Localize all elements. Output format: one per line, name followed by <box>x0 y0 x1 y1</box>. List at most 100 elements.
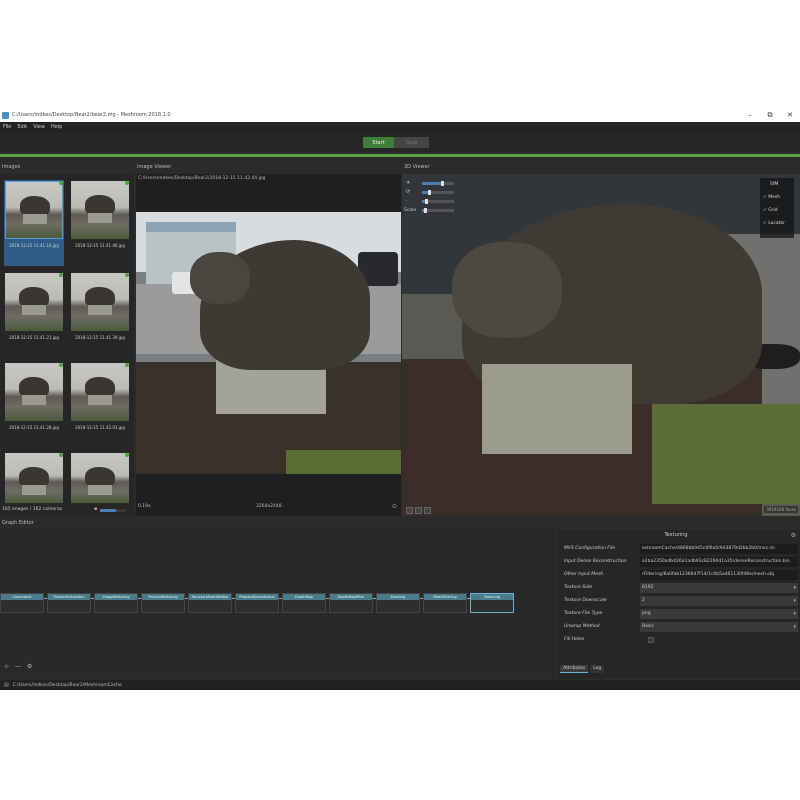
texture-downscale-select[interactable]: 2 <box>640 596 798 606</box>
fit-view-icon[interactable]: ⊹ <box>4 663 9 670</box>
camera-mode-icon[interactable] <box>406 507 413 514</box>
close-button[interactable]: ✕ <box>780 108 800 122</box>
thumbnail-image <box>5 363 63 421</box>
thumbnail-caption: 2018-12-15 11.41.16.jpg <box>9 243 59 248</box>
attr-row: Input Dense Reconstruction a2ba2350a4b42… <box>562 557 798 568</box>
gear-icon[interactable]: ⚙ <box>791 532 796 539</box>
collapse-icon[interactable]: — <box>15 663 21 670</box>
attr-label: Other Input Mesh <box>564 572 604 577</box>
point-size-control: · <box>404 198 460 205</box>
menu-bar: File Edit View Help <box>0 122 800 132</box>
image-thumbnail[interactable]: 2018-12-15 11.41.21.jpg <box>4 272 64 358</box>
scale-slider[interactable] <box>422 208 454 213</box>
start-button[interactable]: Start <box>363 137 394 148</box>
attr-row: Texture Downscale 2 <box>562 596 798 607</box>
status-bar: ▤ C:/Users/mdkes/Desktop/Bear2/MeshroomC… <box>0 680 800 690</box>
image-thumbnail[interactable]: 2018-12-15 11.41.16.jpg <box>4 180 64 266</box>
viewer-image[interactable] <box>136 212 401 474</box>
menu-file[interactable]: File <box>3 124 11 130</box>
graph-editor[interactable]: CameraInit FeatureExtraction ImageMatchi… <box>0 528 556 678</box>
attr-value-field[interactable]: rFiltering/8a0fab12366d7f14/1c0b5a461130… <box>640 570 798 580</box>
thumbnail-caption: 2018-12-15 11.42.03.jpg <box>75 425 125 430</box>
zoom-level: 0.19x <box>138 504 151 509</box>
thumbnail-caption: 2018-12-15 11.41.28.jpg <box>9 425 59 430</box>
window-controls: – ⧉ ✕ <box>740 108 800 122</box>
attr-label: Texture File Type <box>564 611 603 616</box>
node-depth-map[interactable]: DepthMap <box>282 593 326 613</box>
attr-value-field[interactable]: eshroomCache/4868bb945c6f6a0/9d3879d2bb2… <box>640 544 798 554</box>
camera-ok-icon <box>125 453 129 457</box>
images-panel: 2018-12-15 11.41.16.jpg 2018-12-15 11.41… <box>0 174 134 516</box>
stop-button[interactable]: Stop <box>394 137 429 148</box>
node-title: StructureFromMotion <box>189 594 231 600</box>
attr-row: Texture File Type png <box>562 609 798 620</box>
node-depth-map-filter[interactable]: DepthMapFilter <box>329 593 373 613</box>
minimize-button[interactable]: – <box>740 108 760 122</box>
image-thumbnail[interactable]: 2018-12-15 11.42.03.jpg <box>70 362 130 448</box>
node-title: ImageMatching <box>95 594 137 600</box>
attr-label: Fill Holes <box>564 637 585 642</box>
camera-ok-icon <box>125 273 129 277</box>
wireframe-icon[interactable] <box>415 507 422 514</box>
attr-row: Fill Holes <box>562 635 798 646</box>
texture-side-select[interactable]: 8192 <box>640 583 798 593</box>
image-thumbnail[interactable] <box>4 452 64 504</box>
camera-ok-icon <box>125 181 129 185</box>
node-prepare-dense-scene[interactable]: PrepareDenseScene <box>235 593 279 613</box>
image-thumbnail[interactable]: 2018-12-15 11.41.28.jpg <box>4 362 64 448</box>
layer-locator[interactable]: ✓ Locator <box>763 221 785 226</box>
rotation-slider[interactable] <box>422 190 454 195</box>
image-thumbnail[interactable] <box>70 452 130 504</box>
graph-editor-title: Graph Editor <box>2 520 34 526</box>
node-feature-extraction[interactable]: FeatureExtraction <box>47 593 91 613</box>
image-thumbnail[interactable]: 2018-12-15 11.41.46.jpg <box>70 180 130 266</box>
node-camera-init[interactable]: CameraInit <box>0 593 44 613</box>
menu-edit[interactable]: Edit <box>17 124 27 130</box>
viewer-3d[interactable]: ☀ ⟳ · Scale SfM ✓ Mesh ✓ Grid ✓ Locator <box>402 174 800 516</box>
attr-row: Texture Side 8192 <box>562 583 798 594</box>
node-feature-matching[interactable]: FeatureMatching <box>141 593 185 613</box>
tab-log[interactable]: Log <box>590 665 605 673</box>
brightness-icon: ☀ <box>406 180 411 186</box>
fill-holes-checkbox[interactable] <box>648 637 654 643</box>
node-image-matching[interactable]: ImageMatching <box>94 593 138 613</box>
node-texturing[interactable]: Texturing <box>470 593 514 613</box>
mesh-stats: 3919168 faces <box>764 506 798 513</box>
brightness-slider[interactable] <box>422 181 454 186</box>
layer-mesh[interactable]: ✓ Mesh <box>763 195 780 200</box>
attr-value-field[interactable]: a2ba2350a4b426a1adb93c82290d1a35/denseRe… <box>640 557 798 567</box>
rotation-control: ⟳ <box>404 189 460 196</box>
node-structure-from-motion[interactable]: StructureFromMotion <box>188 593 232 613</box>
metadata-icon[interactable]: ⊙ <box>392 503 397 510</box>
menu-view[interactable]: View <box>33 124 45 130</box>
textured-icon[interactable] <box>424 507 431 514</box>
node-title: FeatureExtraction <box>48 594 90 600</box>
attribute-editor: Texturing ⚙ MVS Configuration File eshro… <box>558 530 800 678</box>
unwrap-method-select[interactable]: Basic <box>640 622 798 632</box>
settings-icon[interactable]: ⚙ <box>27 663 32 670</box>
node-title: DepthMapFilter <box>330 594 372 600</box>
camera-ok-icon <box>59 181 63 185</box>
meshroom-window: C:/Users/mdkes/Desktop/Bear2/bear2.mg - … <box>0 108 800 690</box>
point-size-slider[interactable] <box>422 199 454 204</box>
thumbnail-image <box>71 453 129 503</box>
run-toolbar: Start Stop <box>0 132 800 152</box>
node-meshing[interactable]: Meshing <box>376 593 420 613</box>
maximize-button[interactable]: ⧉ <box>760 108 780 122</box>
title-bar: C:/Users/mdkes/Desktop/Bear2/bear2.mg - … <box>0 108 800 122</box>
thumbnail-size-slider[interactable] <box>100 509 126 512</box>
layer-sfm[interactable]: SfM <box>770 182 778 187</box>
image-thumbnail[interactable]: 2018-12-15 11.41.39.jpg <box>70 272 130 358</box>
brightness-control: ☀ <box>404 180 460 187</box>
menu-help[interactable]: Help <box>51 124 62 130</box>
folder-icon[interactable]: ▤ <box>4 682 9 688</box>
meshroom-app-icon <box>2 111 9 119</box>
layers-panel: SfM ✓ Mesh ✓ Grid ✓ Locator <box>760 178 794 238</box>
thumbnail-image <box>5 181 63 239</box>
layer-grid[interactable]: ✓ Grid <box>763 208 778 213</box>
thumbnail-image <box>71 181 129 239</box>
texture-file-type-select[interactable]: png <box>640 609 798 619</box>
tab-attributes[interactable]: Attributes <box>560 665 589 673</box>
graph-editor-toolbar: ⊹ — ⚙ <box>4 663 38 670</box>
node-mesh-filtering[interactable]: MeshFiltering <box>423 593 467 613</box>
